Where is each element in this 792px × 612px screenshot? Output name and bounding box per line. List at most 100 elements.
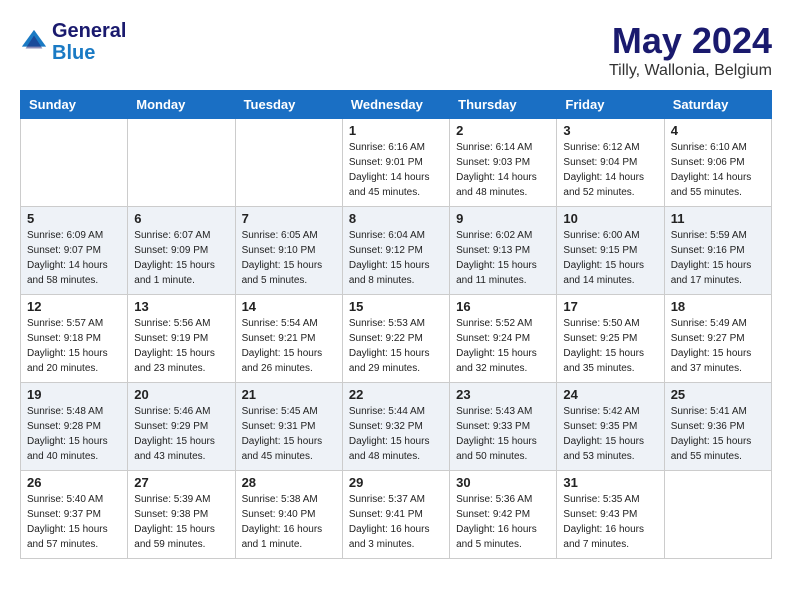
calendar-day-cell: 31Sunrise: 5:35 AM Sunset: 9:43 PM Dayli…	[557, 471, 664, 559]
day-info: Sunrise: 5:39 AM Sunset: 9:38 PM Dayligh…	[134, 492, 228, 552]
calendar-day-cell: 23Sunrise: 5:43 AM Sunset: 9:33 PM Dayli…	[450, 383, 557, 471]
weekday-header-thursday: Thursday	[450, 91, 557, 119]
calendar-day-cell: 5 Sunrise: 6:09 AM Sunset: 9:07 PM Daylig…	[21, 207, 128, 295]
day-info: Sunrise: 5:49 AM Sunset: 9:27 PM Dayligh…	[671, 316, 765, 376]
day-number: 15	[349, 299, 443, 314]
day-number: 27	[134, 475, 228, 490]
day-info: Sunrise: 6:14 AM Sunset: 9:03 PM Dayligh…	[456, 140, 550, 200]
day-info: Sunrise: 5:50 AM Sunset: 9:25 PM Dayligh…	[563, 316, 657, 376]
calendar-day-cell: 13 Sunrise: 5:56 AM Sunset: 9:19 PM Dayli…	[128, 295, 235, 383]
calendar-day-cell: 27 Sunrise: 5:39 AM Sunset: 9:38 PM Dayli…	[128, 471, 235, 559]
day-number: 21	[242, 387, 336, 402]
calendar-day-cell: 24 Sunrise: 5:42 AM Sunset: 9:35 PM Dayli…	[557, 383, 664, 471]
calendar-day-cell: 12 Sunrise: 5:57 AM Sunset: 9:18 PM Dayli…	[21, 295, 128, 383]
day-info: Sunrise: 5:59 AM Sunset: 9:16 PM Dayligh…	[671, 228, 765, 288]
calendar-day-cell: 16Sunrise: 5:52 AM Sunset: 9:24 PM Dayli…	[450, 295, 557, 383]
calendar-week-row: 26Sunrise: 5:40 AM Sunset: 9:37 PM Dayli…	[21, 471, 772, 559]
day-info: Sunrise: 5:37 AM Sunset: 9:41 PM Dayligh…	[349, 492, 443, 552]
day-number: 24	[563, 387, 657, 402]
page-header: General Blue May 2024 Tilly, Wallonia, B…	[20, 20, 772, 80]
weekday-header-friday: Friday	[557, 91, 664, 119]
calendar-day-cell: 14Sunrise: 5:54 AM Sunset: 9:21 PM Dayli…	[235, 295, 342, 383]
calendar-day-cell: 25 Sunrise: 5:41 AM Sunset: 9:36 PM Dayli…	[664, 383, 771, 471]
calendar-day-cell: 11 Sunrise: 5:59 AM Sunset: 9:16 PM Dayli…	[664, 207, 771, 295]
calendar-day-cell: 18 Sunrise: 5:49 AM Sunset: 9:27 PM Dayli…	[664, 295, 771, 383]
day-info: Sunrise: 6:07 AM Sunset: 9:09 PM Dayligh…	[134, 228, 228, 288]
day-info: Sunrise: 5:46 AM Sunset: 9:29 PM Dayligh…	[134, 404, 228, 464]
day-number: 1	[349, 123, 443, 138]
weekday-header-tuesday: Tuesday	[235, 91, 342, 119]
calendar-week-row: 5 Sunrise: 6:09 AM Sunset: 9:07 PM Daylig…	[21, 207, 772, 295]
day-number: 8	[349, 211, 443, 226]
day-number: 7	[242, 211, 336, 226]
calendar-day-cell: 1Sunrise: 6:16 AM Sunset: 9:01 PM Daylig…	[342, 119, 449, 207]
day-info: Sunrise: 5:48 AM Sunset: 9:28 PM Dayligh…	[27, 404, 121, 464]
calendar-week-row: 19Sunrise: 5:48 AM Sunset: 9:28 PM Dayli…	[21, 383, 772, 471]
day-number: 5	[27, 211, 121, 226]
title-area: May 2024 Tilly, Wallonia, Belgium	[609, 20, 772, 80]
day-info: Sunrise: 5:41 AM Sunset: 9:36 PM Dayligh…	[671, 404, 765, 464]
day-info: Sunrise: 5:56 AM Sunset: 9:19 PM Dayligh…	[134, 316, 228, 376]
month-year-title: May 2024	[609, 20, 772, 62]
day-number: 17	[563, 299, 657, 314]
location-subtitle: Tilly, Wallonia, Belgium	[609, 62, 772, 80]
logo-text: General Blue	[52, 20, 126, 64]
day-info: Sunrise: 5:36 AM Sunset: 9:42 PM Dayligh…	[456, 492, 550, 552]
day-info: Sunrise: 5:57 AM Sunset: 9:18 PM Dayligh…	[27, 316, 121, 376]
calendar-day-cell: 8 Sunrise: 6:04 AM Sunset: 9:12 PM Daylig…	[342, 207, 449, 295]
weekday-header-row: SundayMondayTuesdayWednesdayThursdayFrid…	[21, 91, 772, 119]
day-number: 16	[456, 299, 550, 314]
calendar-day-cell: 19Sunrise: 5:48 AM Sunset: 9:28 PM Dayli…	[21, 383, 128, 471]
day-number: 11	[671, 211, 765, 226]
day-info: Sunrise: 5:35 AM Sunset: 9:43 PM Dayligh…	[563, 492, 657, 552]
day-number: 13	[134, 299, 228, 314]
calendar-day-cell: 9Sunrise: 6:02 AM Sunset: 9:13 PM Daylig…	[450, 207, 557, 295]
day-info: Sunrise: 5:45 AM Sunset: 9:31 PM Dayligh…	[242, 404, 336, 464]
day-number: 25	[671, 387, 765, 402]
day-number: 20	[134, 387, 228, 402]
calendar-table: SundayMondayTuesdayWednesdayThursdayFrid…	[20, 90, 772, 559]
calendar-day-cell: 6 Sunrise: 6:07 AM Sunset: 9:09 PM Daylig…	[128, 207, 235, 295]
calendar-day-cell: 22 Sunrise: 5:44 AM Sunset: 9:32 PM Dayli…	[342, 383, 449, 471]
calendar-day-cell	[128, 119, 235, 207]
day-info: Sunrise: 5:38 AM Sunset: 9:40 PM Dayligh…	[242, 492, 336, 552]
calendar-day-cell: 26Sunrise: 5:40 AM Sunset: 9:37 PM Dayli…	[21, 471, 128, 559]
day-number: 9	[456, 211, 550, 226]
weekday-header-saturday: Saturday	[664, 91, 771, 119]
day-number: 6	[134, 211, 228, 226]
day-number: 30	[456, 475, 550, 490]
calendar-day-cell: 4 Sunrise: 6:10 AM Sunset: 9:06 PM Daylig…	[664, 119, 771, 207]
day-number: 2	[456, 123, 550, 138]
day-info: Sunrise: 6:10 AM Sunset: 9:06 PM Dayligh…	[671, 140, 765, 200]
calendar-day-cell	[235, 119, 342, 207]
weekday-header-sunday: Sunday	[21, 91, 128, 119]
day-number: 23	[456, 387, 550, 402]
weekday-header-monday: Monday	[128, 91, 235, 119]
calendar-day-cell: 20 Sunrise: 5:46 AM Sunset: 9:29 PM Dayli…	[128, 383, 235, 471]
day-info: Sunrise: 5:44 AM Sunset: 9:32 PM Dayligh…	[349, 404, 443, 464]
calendar-day-cell: 21 Sunrise: 5:45 AM Sunset: 9:31 PM Dayli…	[235, 383, 342, 471]
day-number: 4	[671, 123, 765, 138]
day-number: 12	[27, 299, 121, 314]
day-number: 10	[563, 211, 657, 226]
calendar-week-row: 1Sunrise: 6:16 AM Sunset: 9:01 PM Daylig…	[21, 119, 772, 207]
day-info: Sunrise: 6:12 AM Sunset: 9:04 PM Dayligh…	[563, 140, 657, 200]
calendar-day-cell: 7Sunrise: 6:05 AM Sunset: 9:10 PM Daylig…	[235, 207, 342, 295]
day-number: 14	[242, 299, 336, 314]
day-info: Sunrise: 6:04 AM Sunset: 9:12 PM Dayligh…	[349, 228, 443, 288]
calendar-week-row: 12 Sunrise: 5:57 AM Sunset: 9:18 PM Dayli…	[21, 295, 772, 383]
day-number: 18	[671, 299, 765, 314]
day-number: 22	[349, 387, 443, 402]
calendar-day-cell: 29 Sunrise: 5:37 AM Sunset: 9:41 PM Dayli…	[342, 471, 449, 559]
calendar-day-cell: 15 Sunrise: 5:53 AM Sunset: 9:22 PM Dayli…	[342, 295, 449, 383]
day-info: Sunrise: 6:09 AM Sunset: 9:07 PM Dayligh…	[27, 228, 121, 288]
day-info: Sunrise: 5:40 AM Sunset: 9:37 PM Dayligh…	[27, 492, 121, 552]
day-number: 29	[349, 475, 443, 490]
day-number: 28	[242, 475, 336, 490]
day-info: Sunrise: 5:42 AM Sunset: 9:35 PM Dayligh…	[563, 404, 657, 464]
weekday-header-wednesday: Wednesday	[342, 91, 449, 119]
calendar-day-cell: 30 Sunrise: 5:36 AM Sunset: 9:42 PM Dayli…	[450, 471, 557, 559]
day-info: Sunrise: 5:53 AM Sunset: 9:22 PM Dayligh…	[349, 316, 443, 376]
day-number: 3	[563, 123, 657, 138]
logo-icon	[20, 28, 48, 56]
